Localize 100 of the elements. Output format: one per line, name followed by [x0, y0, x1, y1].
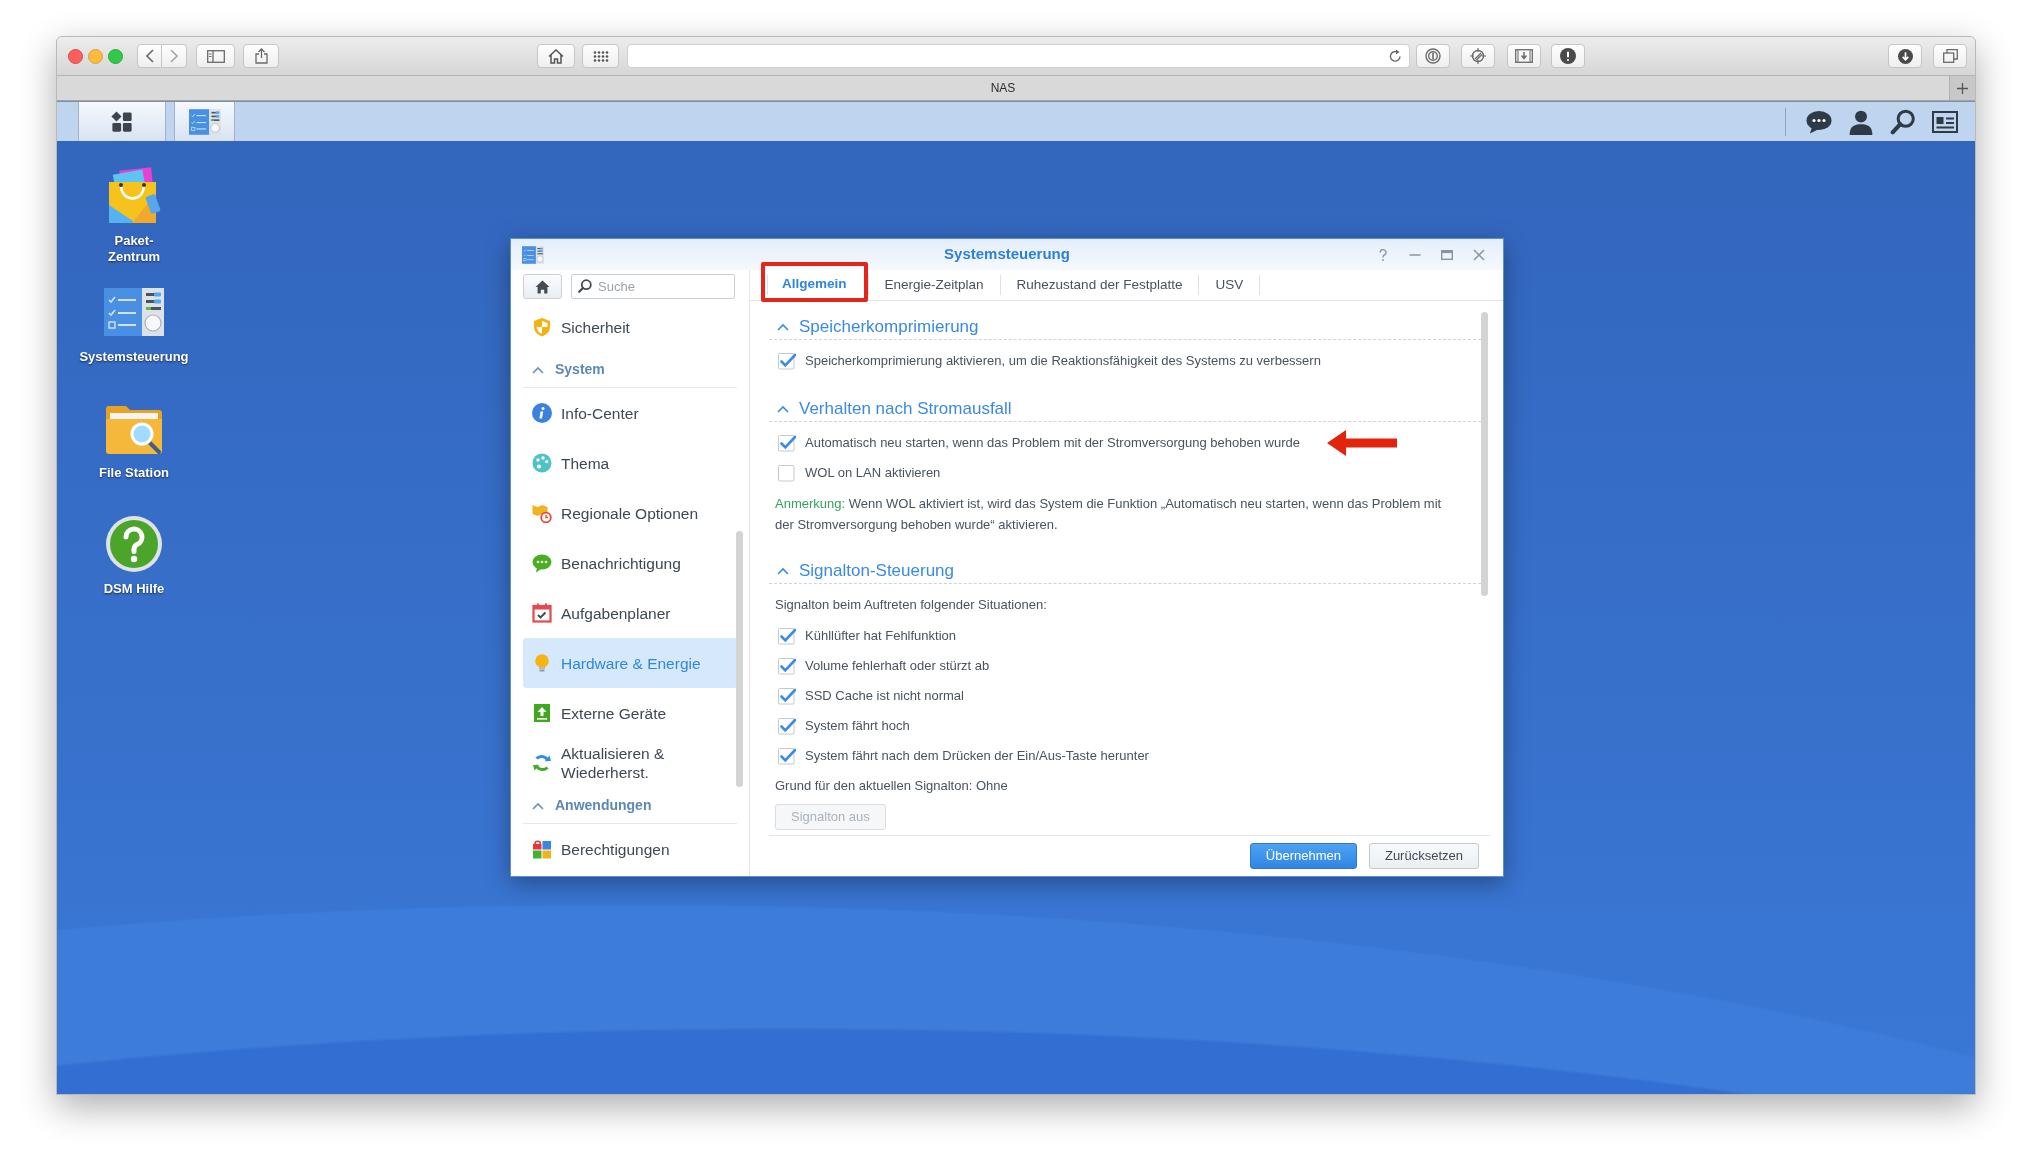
lightbulb-icon: [532, 653, 552, 673]
share-icon: [254, 48, 268, 64]
tiles-icon: [532, 839, 552, 859]
extension-button[interactable]: [1461, 44, 1495, 68]
body-text: Signalton beim Auftreten folgender Situationen:: [774, 596, 1048, 614]
chevron-up-icon[interactable]: [532, 365, 544, 374]
scrollbar[interactable]: [736, 531, 743, 787]
checkbox[interactable]: [778, 434, 796, 452]
checkbox-label: Kühllüfter hat Fehlfunktion: [805, 627, 957, 646]
checkbox-label: Automatisch neu starten, wenn das Problem mit der Stromversorgung behoben wurde: [805, 434, 1300, 453]
id-card-icon[interactable]: [1932, 110, 1958, 133]
close-icon[interactable]: [68, 48, 83, 64]
home-button[interactable]: [523, 274, 562, 299]
checkbox[interactable]: [778, 627, 796, 645]
shield-icon: [532, 317, 552, 337]
desktop-shortcut[interactable]: File Station: [98, 399, 170, 515]
palette-icon: [532, 453, 552, 473]
close-icon[interactable]: [1472, 247, 1486, 262]
main-menu-button[interactable]: [78, 102, 166, 141]
checkbox[interactable]: [778, 747, 796, 765]
chevron-up-icon[interactable]: [777, 322, 789, 331]
address-field[interactable]: [627, 44, 1410, 68]
section-header[interactable]: Verhalten nach Stromausfall: [769, 396, 1012, 421]
extension-button[interactable]: [1416, 44, 1450, 68]
map-clock-icon: [532, 503, 552, 523]
checkbox-label: WOL on LAN aktivieren: [805, 464, 941, 483]
checkbox-label: System fährt hoch: [805, 717, 910, 736]
tab[interactable]: Energie-Zeitplan: [868, 269, 1000, 301]
checkbox[interactable]: [778, 657, 796, 675]
download-icon: [1897, 48, 1913, 64]
desktop-shortcut[interactable]: Systemsteuerung: [79, 283, 189, 399]
note-text: Anmerkung: Wenn WOL aktiviert ist, wird das System die Funktion „Automatisch neu starten, wenn das Problem mit der Stromversorgung behoben wurde“ aktivieren.: [774, 495, 1443, 534]
chat-bubble-icon: [532, 553, 552, 573]
sidebar-item[interactable]: Berechtigungen: [523, 824, 737, 874]
maximize-icon[interactable]: [108, 48, 123, 64]
section-header[interactable]: Signalton-Steuerung: [769, 558, 954, 583]
checkbox[interactable]: [778, 464, 796, 482]
refresh-icon: [532, 753, 552, 773]
circle-bar-icon: [1425, 48, 1441, 64]
sidebar-icon: [206, 49, 225, 63]
sidebar-item[interactable]: Regionale Optionen: [523, 488, 737, 538]
crosshair-icon: [1470, 48, 1486, 64]
taskbar-app-button[interactable]: [174, 102, 235, 141]
settings-panel-icon: [188, 108, 221, 135]
checkbox-label: Speicherkomprimierung aktivieren, um die Reaktionsfähigkeit des Systems zu verbessern: [805, 352, 1321, 371]
extension-button[interactable]: [1551, 44, 1585, 68]
chat-icon[interactable]: [1806, 109, 1832, 134]
grid-button[interactable]: [582, 44, 619, 68]
chevron-up-icon[interactable]: [777, 566, 789, 575]
plus-icon: [1957, 82, 1968, 94]
help-icon[interactable]: [104, 515, 164, 573]
chevron-up-icon[interactable]: [777, 404, 789, 413]
chevron-right-icon: [170, 49, 178, 63]
search-field[interactable]: Suche: [571, 274, 735, 299]
search-icon: [578, 279, 592, 293]
checkbox-label: System fährt nach dem Drücken der Ein/Aus-Taste herunter: [805, 747, 1149, 766]
window-title: Systemsteuerung: [944, 244, 1070, 265]
sidebar-group-header[interactable]: Anwendungen: [523, 790, 652, 821]
tab[interactable]: Allgemein: [768, 270, 861, 298]
checkbox-label: Volume fehlerhaft oder stürzt ab: [805, 657, 990, 676]
tab[interactable]: Ruhezustand der Festplatte: [1000, 269, 1199, 301]
section-header[interactable]: Speicherkomprimierung: [769, 314, 979, 339]
settings-panel-icon: [522, 245, 544, 264]
tabs-button[interactable]: [1933, 44, 1967, 68]
back-button[interactable]: [137, 44, 162, 68]
forward-button[interactable]: [162, 44, 187, 68]
grid-icon: [592, 50, 609, 62]
home-button[interactable]: [537, 44, 575, 68]
sidebar-item[interactable]: Sicherheit: [523, 302, 737, 352]
film-download-icon: [1515, 49, 1533, 63]
desktop-shortcut[interactable]: Paket- Zentrum: [104, 167, 164, 283]
desktop-shortcut[interactable]: DSM Hilfe: [103, 515, 165, 631]
checkbox[interactable]: [778, 687, 796, 705]
checkbox[interactable]: [778, 717, 796, 735]
sidebar-button[interactable]: [196, 44, 235, 68]
tabs-icon: [1942, 49, 1958, 63]
search-icon[interactable]: [1890, 108, 1916, 135]
checkbox[interactable]: [778, 352, 796, 370]
new-tab-button[interactable]: [1949, 76, 1975, 100]
home-icon: [548, 48, 564, 64]
scrollbar[interactable]: [1481, 312, 1488, 596]
upload-box-icon: [532, 703, 552, 723]
maximize-icon[interactable]: [1440, 247, 1454, 262]
user-icon[interactable]: [1848, 108, 1874, 135]
extension-button[interactable]: [1507, 44, 1541, 68]
sidebar-item[interactable]: Info-Center: [523, 388, 737, 438]
reload-icon[interactable]: [1389, 49, 1402, 63]
checkbox-label: SSD Cache ist nicht normal: [805, 687, 964, 706]
reset-button[interactable]: Zurücksetzen: [1368, 843, 1479, 869]
tab[interactable]: USV: [1199, 269, 1260, 301]
downloads-button[interactable]: [1888, 44, 1922, 68]
calendar-check-icon: [532, 603, 552, 623]
chevron-up-icon[interactable]: [532, 801, 544, 810]
alert-icon: [1560, 48, 1576, 64]
info-icon: [532, 403, 552, 423]
body-text: Grund für den aktuellen Signalton: Ohne: [774, 777, 1009, 795]
sidebar-group-header[interactable]: System: [523, 354, 605, 385]
share-button[interactable]: [243, 44, 279, 68]
sidebar-item[interactable]: Thema: [523, 438, 737, 488]
home-icon: [535, 279, 550, 294]
